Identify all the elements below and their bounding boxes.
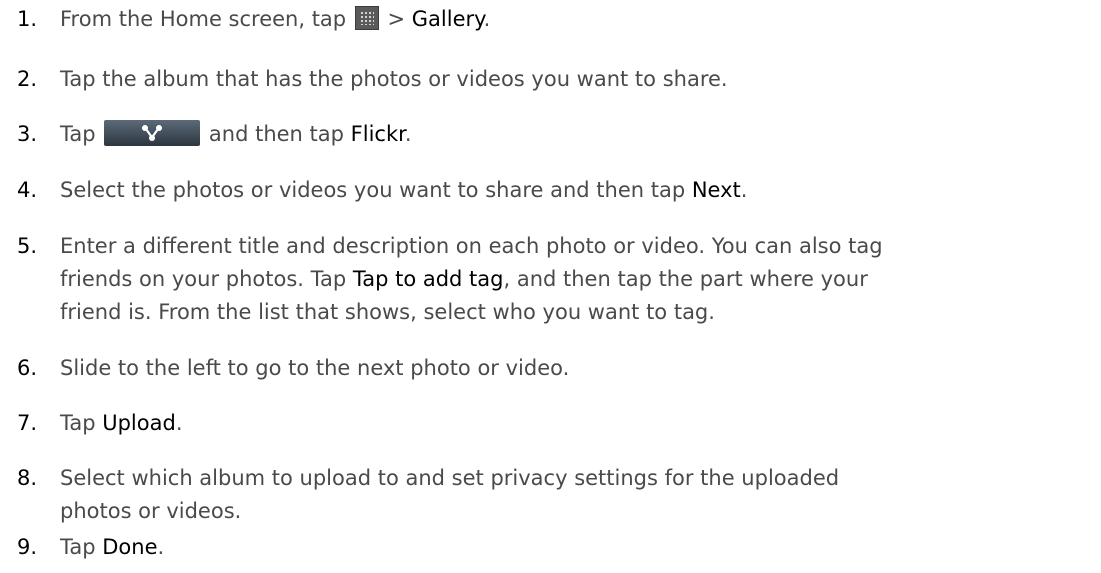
- step-7-text-c: .: [175, 411, 183, 435]
- step-text: Select the photos or videos you want to …: [60, 174, 1095, 207]
- step-5-line-2c: , and then tap the part where your: [503, 267, 868, 291]
- step-1-text-a: From the Home screen, tap: [60, 7, 353, 31]
- step-number: 8.: [17, 466, 38, 490]
- step-5-line-2a: friends on your photos. Tap: [60, 267, 353, 291]
- step-text: Tap the album that has the photos or vid…: [60, 67, 728, 91]
- step-number: 3.: [17, 122, 38, 146]
- flickr-label: Flickr: [350, 122, 405, 146]
- step-3-text-b: and then tap: [202, 122, 351, 146]
- step-3-text-a: Tap: [60, 122, 103, 146]
- next-label: Next: [691, 178, 741, 202]
- share-icon: [104, 120, 201, 146]
- step-text: Tap Done.: [60, 531, 1095, 564]
- step-9-text-c: .: [157, 535, 165, 559]
- step-number: 5.: [17, 234, 38, 258]
- step-number: 7.: [17, 411, 38, 435]
- step-number: 6.: [17, 356, 38, 380]
- all-apps-grid-icon: [354, 6, 379, 30]
- step-number: 2.: [17, 67, 38, 91]
- step-text: Slide to the left to go to the next phot…: [60, 356, 570, 380]
- tap-to-add-tag-label: Tap to add tag: [352, 267, 504, 291]
- step-7-text-a: Tap: [60, 411, 103, 435]
- step-text: From the Home screen, tap > Gallery.: [60, 3, 1095, 36]
- step-number: 1.: [17, 7, 38, 31]
- step-text: Tap Upload.: [60, 407, 1095, 440]
- step-text: Enter a different title and description …: [60, 230, 1095, 329]
- done-label: Done: [102, 535, 158, 559]
- step-5-line-1: Enter a different title and description …: [60, 234, 883, 258]
- step-number: 4.: [17, 178, 38, 202]
- step-5-line-3: friend is. From the list that shows, sel…: [60, 300, 715, 324]
- step-4-text-c: .: [740, 178, 748, 202]
- step-number: 9.: [17, 535, 38, 559]
- step-9-text-a: Tap: [60, 535, 103, 559]
- step-4-text-a: Select the photos or videos you want to …: [60, 178, 692, 202]
- step-1-text-b: >: [380, 7, 412, 31]
- step-text: Select which album to upload to and set …: [60, 462, 1095, 528]
- upload-label: Upload: [102, 411, 176, 435]
- gallery-label: Gallery: [411, 7, 484, 31]
- step-3-text-d: .: [404, 122, 412, 146]
- step-8-line-2: photos or videos.: [60, 499, 242, 523]
- step-text: Tap and then tap Flickr.: [60, 118, 1095, 151]
- step-8-line-1: Select which album to upload to and set …: [60, 466, 840, 490]
- step-1-text-d: .: [483, 7, 491, 31]
